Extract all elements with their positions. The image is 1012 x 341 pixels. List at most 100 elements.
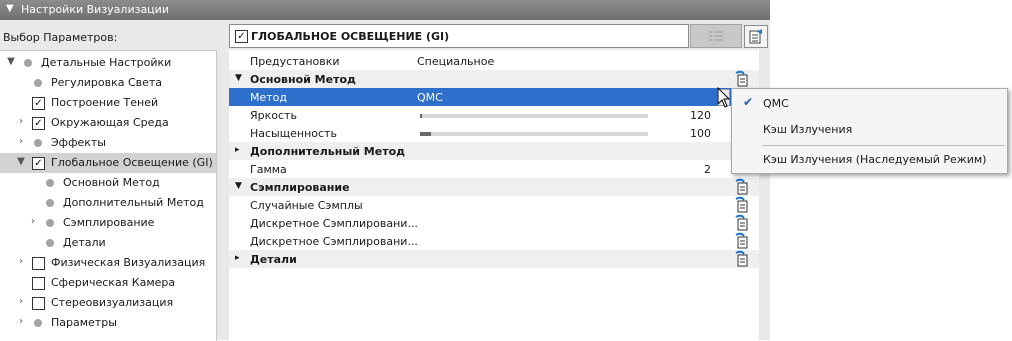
- tree-item-checkbox[interactable]: ✓: [32, 97, 45, 110]
- property-slider[interactable]: [420, 132, 648, 136]
- property-row[interactable]: Случайные Сэмплы: [229, 196, 759, 214]
- menu-item[interactable]: ✔ QMC: [732, 91, 1007, 115]
- tree-item[interactable]: › Стереовизуализация: [0, 293, 216, 313]
- tree-item-label: Дополнительный Метод: [63, 196, 204, 209]
- method-value[interactable]: QMC: [417, 91, 443, 104]
- gi-header[interactable]: ✓ ГЛОБАЛЬНОЕ ОСВЕЩЕНИЕ (GI): [229, 24, 689, 48]
- property-label: Метод: [250, 91, 288, 104]
- tree-item[interactable]: Регулировка Света: [0, 73, 216, 93]
- pin-settings-icon[interactable]: [733, 214, 751, 232]
- property-label: Дискретное Сэмплировани...: [250, 235, 418, 248]
- gi-header-title: ГЛОБАЛЬНОЕ ОСВЕЩЕНИЕ (GI): [251, 30, 450, 43]
- property-row[interactable]: Дискретное Сэмплировани...: [229, 232, 759, 250]
- tree-item[interactable]: › Сэмплирование: [0, 213, 216, 233]
- property-row[interactable]: МетодQMC▸: [229, 88, 759, 106]
- menu-item-label: Кэш Излучения: [763, 123, 853, 136]
- property-row[interactable]: Гамма 2: [229, 160, 759, 178]
- tree-item[interactable]: › Эффекты: [0, 133, 216, 153]
- chevron-right-icon[interactable]: ›: [16, 136, 26, 147]
- tree-item-label: Построение Теней: [51, 96, 159, 109]
- property-row[interactable]: Насыщенность 100: [229, 124, 759, 142]
- chevron-right-icon[interactable]: ▸: [235, 253, 240, 263]
- section-title: Дополнительный Метод: [250, 145, 406, 158]
- presets-row[interactable]: Предустановки Специальное: [229, 52, 759, 70]
- method-dropdown-menu[interactable]: ✔ QMC Кэш Излучения Кэш Излучения (Наследуе…: [731, 88, 1008, 174]
- tree-item-label: Детали: [63, 236, 106, 249]
- tree-item-checkbox[interactable]: ✓: [32, 157, 45, 170]
- property-slider[interactable]: [420, 114, 648, 118]
- property-value[interactable]: 2: [704, 163, 711, 176]
- property-label: Гамма: [250, 163, 287, 176]
- slider-value[interactable]: 120: [690, 109, 711, 122]
- tree-item[interactable]: ✓ Построение Теней: [0, 93, 216, 113]
- export-settings-button[interactable]: [744, 25, 768, 48]
- panel-title: Настройки Визуализации: [21, 3, 169, 16]
- slider-fill: [420, 132, 432, 136]
- chevron-right-icon[interactable]: ›: [16, 316, 26, 327]
- tree-item-label: Окружающая Среда: [51, 116, 169, 129]
- pin-settings-icon[interactable]: [733, 70, 751, 88]
- property-label: Случайные Сэмплы: [250, 199, 363, 212]
- tree-item[interactable]: Детали: [0, 233, 216, 253]
- tree-item-label: Глобальное Освещение (GI): [51, 156, 213, 169]
- tree-item[interactable]: Основной Метод: [0, 173, 216, 193]
- gi-enable-checkbox[interactable]: ✓: [235, 30, 248, 43]
- menu-item-label: Кэш Излучения (Наследуемый Режим): [763, 153, 987, 166]
- chevron-right-icon[interactable]: ›: [28, 216, 38, 227]
- tree-item-label: Детальные Настройки: [41, 56, 172, 69]
- parameter-tree[interactable]: ▼ Детальные Настройки Регулировка Света ✓ По…: [0, 50, 217, 341]
- bullet-icon: [46, 219, 54, 227]
- tree-item-label: Физическая Визуализация: [51, 256, 206, 269]
- slider-value[interactable]: 100: [690, 127, 711, 140]
- tree-item-label: Стереовизуализация: [51, 296, 174, 309]
- list-view-button[interactable]: [690, 24, 742, 48]
- chevron-right-icon[interactable]: ▸: [235, 145, 240, 155]
- pin-settings-icon[interactable]: [733, 196, 751, 214]
- section-title: Основной Метод: [250, 73, 356, 86]
- chevron-down-icon[interactable]: ▼: [16, 156, 26, 167]
- pin-settings-icon[interactable]: [733, 232, 751, 250]
- chevron-right-icon[interactable]: ›: [16, 116, 26, 127]
- property-row[interactable]: Дискретное Сэмплировани...: [229, 214, 759, 232]
- tree-item[interactable]: Сферическая Камера: [0, 273, 216, 293]
- tree-item[interactable]: › ✓ Окружающая Среда: [0, 113, 216, 133]
- pin-settings-icon[interactable]: [733, 250, 751, 268]
- bullet-icon: [34, 319, 42, 327]
- chevron-right-icon[interactable]: ›: [16, 296, 26, 307]
- tree-item[interactable]: › Физическая Визуализация: [0, 253, 216, 273]
- panel-titlebar[interactable]: ▼ Настройки Визуализации: [0, 0, 770, 20]
- property-row[interactable]: Яркость 120: [229, 106, 759, 124]
- tree-item[interactable]: Дополнительный Метод: [0, 193, 216, 213]
- tree-item[interactable]: ▼ ✓ Глобальное Освещение (GI): [0, 153, 216, 173]
- bullet-icon: [46, 199, 54, 207]
- bullet-icon: [34, 139, 42, 147]
- tree-item-label: Сэмплирование: [63, 216, 155, 229]
- menu-item[interactable]: Кэш Излучения (Наследуемый Режим): [732, 147, 1007, 171]
- section-header[interactable]: ▼ Сэмплирование: [229, 178, 759, 196]
- tree-item-checkbox[interactable]: [32, 297, 45, 310]
- settings-grid: Предустановки Специальное ▼ Основной Метод М…: [229, 50, 759, 340]
- bullet-icon: [34, 79, 42, 87]
- chevron-right-icon[interactable]: ›: [16, 256, 26, 267]
- tree-item[interactable]: ▼ Детальные Настройки: [0, 53, 216, 73]
- list-view-icon: [709, 31, 723, 41]
- menu-item[interactable]: Кэш Излучения: [732, 117, 1007, 141]
- chevron-down-icon[interactable]: ▼: [6, 56, 16, 67]
- tree-item-checkbox[interactable]: ✓: [32, 117, 45, 130]
- section-header[interactable]: ▸ Дополнительный Метод: [229, 142, 759, 160]
- menu-item-label: QMC: [763, 97, 789, 110]
- property-label: Яркость: [250, 109, 297, 122]
- slider-fill: [420, 114, 423, 118]
- presets-value[interactable]: Специальное: [417, 55, 494, 68]
- tree-item-checkbox[interactable]: [32, 257, 45, 270]
- chevron-down-icon[interactable]: ▼: [235, 73, 242, 83]
- tree-item-checkbox[interactable]: [32, 277, 45, 290]
- pin-settings-icon[interactable]: [733, 178, 751, 196]
- section-header[interactable]: ▸ Детали: [229, 250, 759, 268]
- chevron-down-icon[interactable]: ▼: [235, 181, 242, 191]
- section-header[interactable]: ▼ Основной Метод: [229, 70, 759, 88]
- property-label: Насыщенность: [250, 127, 337, 140]
- collapse-arrow-icon[interactable]: ▼: [6, 3, 14, 14]
- tree-item-label: Эффекты: [51, 136, 106, 149]
- tree-item[interactable]: › Параметры: [0, 313, 216, 333]
